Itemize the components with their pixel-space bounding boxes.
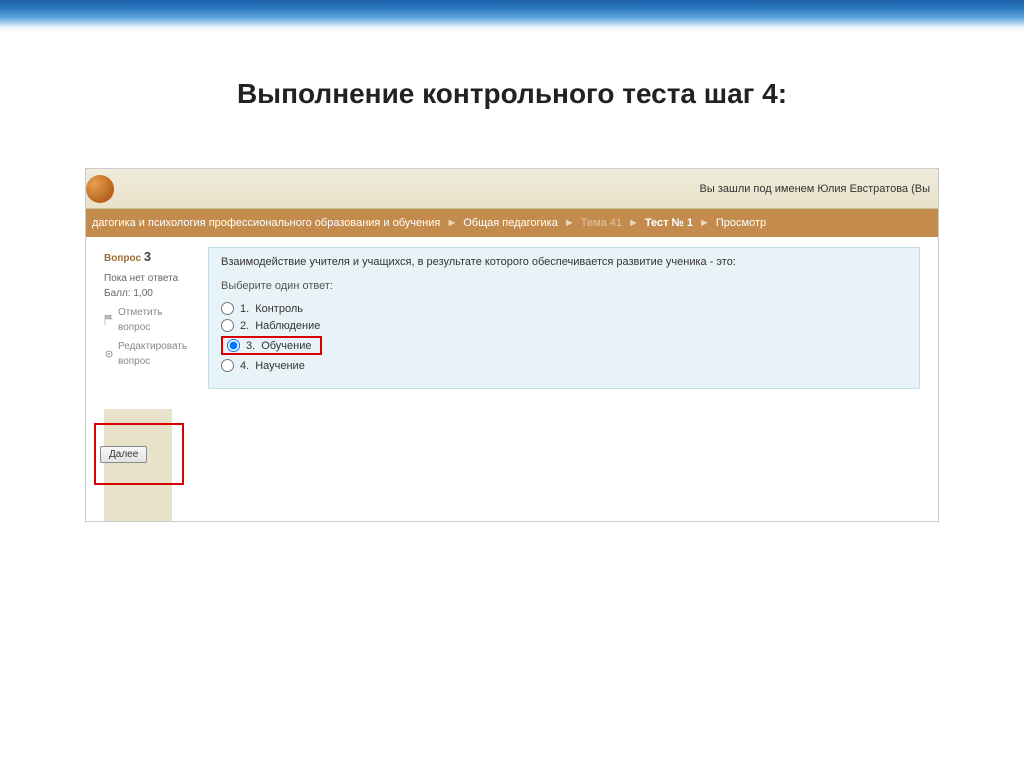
slide-title: Выполнение контрольного теста шаг 4: (0, 78, 1024, 110)
answer-radio[interactable] (221, 359, 234, 372)
breadcrumb-item[interactable]: Просмотр (716, 217, 766, 229)
answer-radio[interactable] (221, 302, 234, 315)
answer-num: 3. (246, 340, 255, 352)
breadcrumb-item[interactable]: Общая педагогика (463, 217, 558, 229)
slide-top-accent (0, 0, 1024, 32)
question-body: Взаимодействие учителя и учащихся, в рез… (208, 247, 920, 389)
selected-answer-highlight: 3. Обучение (221, 336, 322, 355)
breadcrumb-item[interactable]: дагогика и психология профессионального … (92, 217, 440, 229)
breadcrumb-item[interactable]: Тема 41 (581, 217, 622, 229)
breadcrumb-sep-icon: ► (446, 217, 457, 229)
question-score: Балл: 1,00 (104, 286, 194, 301)
embedded-screenshot: Вы зашли под именем Юлия Евстратова (Вы … (85, 168, 939, 522)
answer-option[interactable]: 4. Научение (221, 357, 907, 374)
breadcrumb-sep-icon: ► (628, 217, 639, 229)
breadcrumb-item[interactable]: Тест № 1 (645, 217, 693, 229)
answer-num: 2. (240, 320, 249, 332)
breadcrumb: дагогика и психология профессионального … (86, 209, 938, 237)
breadcrumb-sep-icon: ► (564, 217, 575, 229)
answer-text: Наблюдение (255, 320, 320, 332)
answer-option[interactable]: 2. Наблюдение (221, 317, 907, 334)
answer-instruction: Выберите один ответ: (221, 280, 907, 292)
flag-icon (104, 315, 114, 325)
answer-text: Обучение (261, 340, 311, 352)
question-meta-sidebar: Вопрос 3 Пока нет ответа Балл: 1,00 Отме… (104, 247, 194, 389)
user-login-bar: Вы зашли под именем Юлия Евстратова (Вы (86, 169, 938, 209)
next-button-highlight: Далее (94, 423, 184, 485)
breadcrumb-sep-icon: ► (699, 217, 710, 229)
logged-in-text: Вы зашли под именем Юлия Евстратова (Вы (700, 183, 930, 195)
question-text: Взаимодействие учителя и учащихся, в рез… (221, 256, 907, 268)
answer-option[interactable]: 1. Контроль (221, 300, 907, 317)
question-number: Вопрос 3 (104, 247, 194, 267)
answer-num: 4. (240, 360, 249, 372)
answer-radio[interactable] (227, 339, 240, 352)
next-button[interactable]: Далее (100, 446, 147, 463)
question-status: Пока нет ответа (104, 271, 194, 286)
flag-question-link[interactable]: Отметить вопрос (104, 305, 194, 335)
edit-question-link[interactable]: Редактировать вопрос (104, 339, 194, 369)
question-content: Вопрос 3 Пока нет ответа Балл: 1,00 Отме… (86, 237, 938, 405)
answer-text: Контроль (255, 303, 303, 315)
answer-num: 1. (240, 303, 249, 315)
answer-text: Научение (255, 360, 305, 372)
answer-radio[interactable] (221, 319, 234, 332)
site-logo-icon (86, 175, 114, 203)
answer-option[interactable]: 3. Обучение (221, 334, 907, 357)
gear-icon (104, 349, 114, 359)
